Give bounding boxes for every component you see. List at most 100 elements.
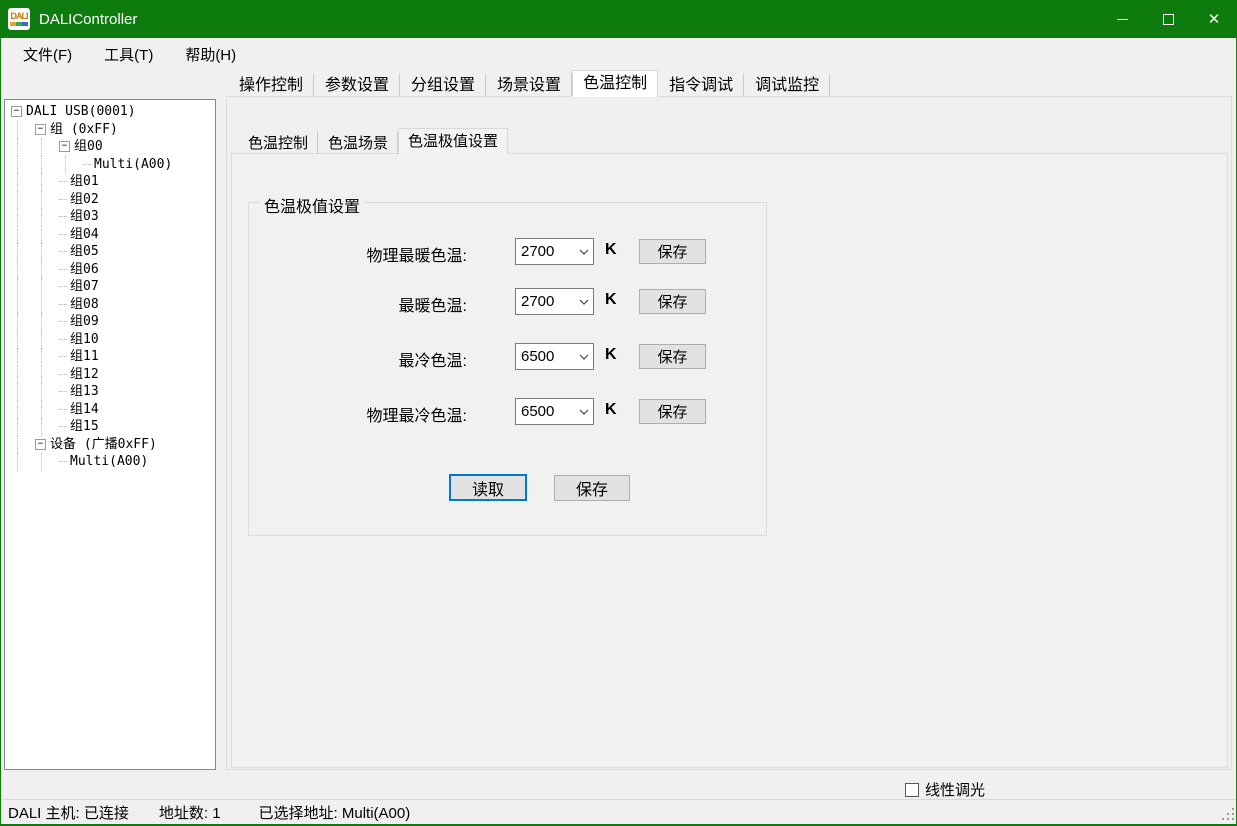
cct-row-label: 最暖色温: (399, 292, 467, 316)
tree-node[interactable]: −组 (0xFF) (5, 121, 215, 139)
sub-tab-色温控制[interactable]: 色温控制 (238, 131, 318, 154)
row-save-button[interactable]: 保存 (639, 289, 706, 314)
tree-node-label: 组06 (70, 261, 99, 279)
main-tab-指令调试[interactable]: 指令调试 (658, 73, 744, 97)
tree-node[interactable]: 组13 (5, 383, 215, 401)
tree-node-label: 组11 (70, 348, 99, 366)
cct-combobox[interactable]: 2700 (515, 238, 594, 265)
tree-connector-line (59, 356, 67, 357)
chevron-down-icon[interactable] (575, 299, 593, 305)
tree-guide-line (17, 173, 35, 191)
tree-expander-icon[interactable]: − (35, 124, 46, 135)
maximize-button[interactable] (1145, 0, 1191, 38)
tree-guide-line (17, 261, 35, 279)
tree-node[interactable]: 组05 (5, 243, 215, 261)
row-save-button[interactable]: 保存 (639, 399, 706, 424)
tree-node-label: 组07 (70, 278, 99, 296)
tree-node[interactable]: −设备 (广播0xFF) (5, 436, 215, 454)
tree-expander-icon[interactable]: − (59, 141, 70, 152)
device-tree-panel[interactable]: −DALI USB(0001) −组 (0xFF) −组00 Multi(A00… (4, 99, 216, 770)
tree-node[interactable]: 组04 (5, 226, 215, 244)
tree-node-label: 组10 (70, 331, 99, 349)
tree-connector-line (59, 286, 67, 287)
tree-node-label: 组 (0xFF) (50, 121, 118, 139)
row-save-button-label: 保存 (657, 346, 687, 367)
maximize-icon (1163, 14, 1174, 25)
chevron-down-icon[interactable] (575, 409, 593, 415)
tree-node[interactable]: 组10 (5, 331, 215, 349)
checkbox-icon[interactable] (905, 783, 919, 797)
menu-item[interactable]: 帮助(H) (175, 40, 246, 69)
chevron-down-icon[interactable] (575, 249, 593, 255)
main-tab-场景设置[interactable]: 场景设置 (486, 73, 572, 97)
cct-form-row: 最暖色温: 2700 K 保存 (249, 288, 766, 315)
tree-guide-line (17, 313, 35, 331)
sub-tab-page: 色温极值设置 物理最暖色温: 2700 K 保存 最暖色温: 2700 K 保存… (231, 153, 1228, 768)
minimize-button[interactable] (1099, 0, 1145, 38)
tree-node[interactable]: 组15 (5, 418, 215, 436)
tree-node-label: 设备 (广播0xFF) (50, 436, 157, 454)
checkbox-label: 线性调光 (925, 779, 985, 800)
window-title: DALIController (39, 11, 137, 28)
tree-node[interactable]: 组01 (5, 173, 215, 191)
tree-connector-line (59, 216, 67, 217)
row-save-button[interactable]: 保存 (639, 344, 706, 369)
app-icon-stripe (10, 22, 28, 26)
linear-dimming-checkbox[interactable]: 线性调光 (905, 779, 985, 800)
menu-item[interactable]: 文件(F) (13, 40, 82, 69)
tree-guide-line (41, 453, 59, 471)
tree-guide-line (41, 261, 59, 279)
tree-node[interactable]: 组06 (5, 261, 215, 279)
menu-item[interactable]: 工具(T) (94, 40, 163, 69)
tree-node[interactable]: 组08 (5, 296, 215, 314)
cct-combobox[interactable]: 6500 (515, 398, 594, 425)
tree-node-label: 组13 (70, 383, 99, 401)
row-save-button[interactable]: 保存 (639, 239, 706, 264)
tree-node[interactable]: −组00 (5, 138, 215, 156)
cct-combobox[interactable]: 2700 (515, 288, 594, 315)
main-tab-参数设置[interactable]: 参数设置 (314, 73, 400, 97)
resize-grip-icon[interactable] (1220, 806, 1234, 820)
tree-node[interactable]: 组03 (5, 208, 215, 226)
tree-node-label: 组08 (70, 296, 99, 314)
tree-node[interactable]: 组11 (5, 348, 215, 366)
tree-node[interactable]: −DALI USB(0001) (5, 103, 215, 121)
sub-tab-色温极值设置[interactable]: 色温极值设置 (398, 128, 508, 154)
tree-expander-icon[interactable]: − (11, 106, 22, 117)
unit-label: K (605, 291, 617, 309)
tree-node[interactable]: 组02 (5, 191, 215, 209)
tree-guide-line (41, 401, 59, 419)
tree-node-label: DALI USB(0001) (26, 103, 136, 121)
chevron-down-icon[interactable] (575, 354, 593, 360)
close-button[interactable]: ✕ (1191, 0, 1237, 38)
unit-label: K (605, 241, 617, 259)
tree-guide-line (17, 278, 35, 296)
tree-connector-line (59, 339, 67, 340)
tree-node[interactable]: Multi(A00) (5, 156, 215, 174)
tree-guide-line (17, 296, 35, 314)
sub-tab-色温场景[interactable]: 色温场景 (318, 131, 398, 154)
tree-node[interactable]: Multi(A00) (5, 453, 215, 471)
tree-node[interactable]: 组12 (5, 366, 215, 384)
tree-node[interactable]: 组07 (5, 278, 215, 296)
cct-row-label: 最冷色温: (399, 347, 467, 371)
unit-label: K (605, 346, 617, 364)
read-button[interactable]: 读取 (449, 474, 527, 501)
main-tab-操作控制[interactable]: 操作控制 (228, 73, 314, 97)
tree-node[interactable]: 组09 (5, 313, 215, 331)
main-tab-调试监控[interactable]: 调试监控 (744, 73, 830, 97)
tree-connector-line (59, 304, 67, 305)
tree-guide-line (17, 191, 35, 209)
tree-node-label: 组09 (70, 313, 99, 331)
tree-guide-line (41, 331, 59, 349)
tree-node-label: Multi(A00) (94, 156, 172, 174)
cct-combobox[interactable]: 6500 (515, 343, 594, 370)
save-all-button[interactable]: 保存 (554, 475, 630, 501)
main-tab-色温控制[interactable]: 色温控制 (572, 70, 658, 97)
tree-node[interactable]: 组14 (5, 401, 215, 419)
status-address-count: 地址数: 1 (159, 802, 221, 823)
tree-expander-icon[interactable]: − (35, 439, 46, 450)
main-tab-分组设置[interactable]: 分组设置 (400, 73, 486, 97)
tree-node-label: 组05 (70, 243, 99, 261)
cct-combobox-value: 6500 (521, 348, 575, 365)
